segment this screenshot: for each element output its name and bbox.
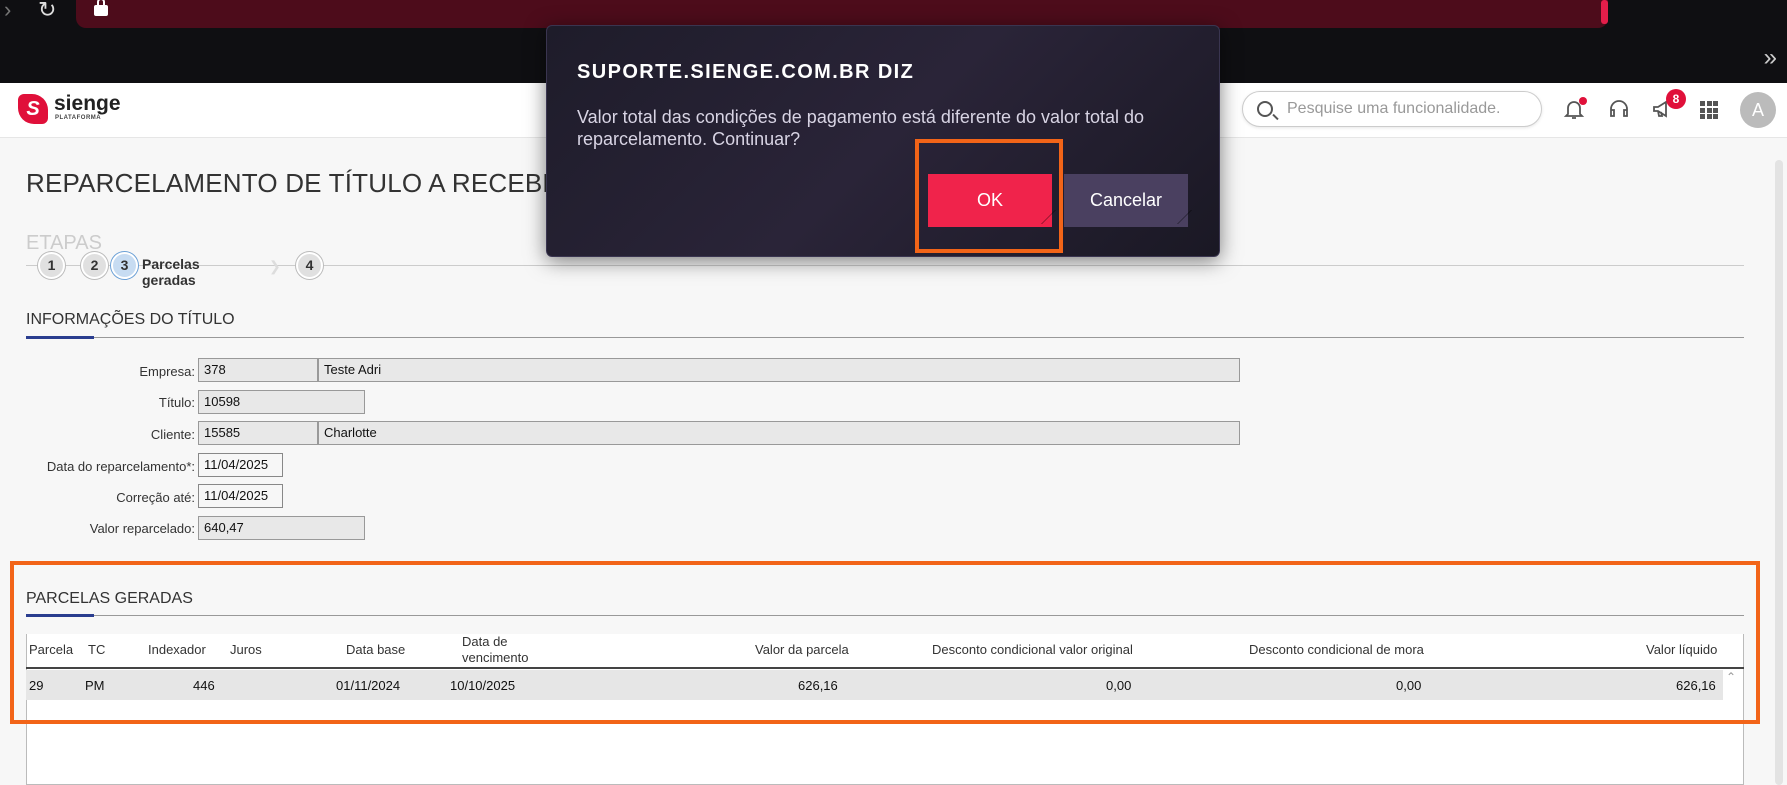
cancel-button[interactable]: Cancelar: [1064, 174, 1192, 227]
titulo-field: 10598: [198, 390, 365, 414]
step-4[interactable]: 4: [296, 252, 323, 279]
info-section-accent: [26, 336, 94, 339]
page-scrollbar[interactable]: [1775, 160, 1783, 785]
notifications-button[interactable]: [1561, 97, 1587, 123]
announcements-button[interactable]: 8: [1650, 89, 1686, 123]
notification-dot: [1579, 97, 1587, 105]
cancel-button-label: Cancelar: [1089, 190, 1163, 210]
logo-text[interactable]: sienge: [54, 92, 121, 116]
steps-divider: [26, 265, 1744, 266]
reload-icon[interactable]: ↻: [38, 0, 56, 21]
step-2[interactable]: 2: [81, 252, 108, 279]
cliente-name-field: Charlotte: [318, 421, 1240, 445]
support-button[interactable]: [1606, 97, 1632, 123]
logo-subtitle: PLATAFORMA: [55, 115, 102, 121]
apps-grid-icon: [1700, 101, 1718, 119]
search-input[interactable]: [1287, 98, 1527, 120]
titulo-label: Título:: [158, 395, 195, 410]
back-icon[interactable]: ›: [4, 0, 11, 21]
address-bar[interactable]: [76, 0, 1608, 28]
empresa-name-field: Teste Adri: [318, 358, 1240, 382]
info-section-divider: [26, 337, 1744, 338]
info-section-title: INFORMAÇÕES DO TÍTULO: [26, 311, 235, 328]
step-1[interactable]: 1: [38, 252, 65, 279]
announcements-badge: 8: [1666, 89, 1686, 109]
sienge-logo-icon[interactable]: S: [18, 94, 48, 124]
data-reparcelamento-label: Data do reparcelamento*:: [46, 459, 195, 474]
step-chevron-icon: ❯: [269, 258, 281, 274]
headset-icon: [1610, 100, 1628, 117]
cliente-label: Cliente:: [150, 427, 195, 442]
empresa-label: Empresa:: [139, 364, 195, 379]
lock-icon: [94, 0, 108, 16]
cliente-code-field: 15585: [198, 421, 318, 445]
confirm-dialog: SUPORTE.SIENGE.COM.BR DIZ Valor total da…: [546, 25, 1220, 257]
valor-reparcelado-field: 640,47: [198, 516, 365, 540]
search-box[interactable]: [1242, 91, 1542, 127]
parcelas-highlight-box: [10, 561, 1760, 724]
active-step-label: Parcelas geradas: [142, 256, 200, 288]
valor-reparcelado-label: Valor reparcelado:: [89, 521, 195, 536]
dialog-message: Valor total das condições de pagamento e…: [577, 107, 1145, 149]
ok-highlight-box: [915, 139, 1063, 253]
empresa-code-field: 378: [198, 358, 318, 382]
search-icon[interactable]: [1257, 101, 1273, 117]
data-reparcelamento-field[interactable]: 11/04/2025: [198, 453, 283, 477]
chevron-double-right-icon[interactable]: »: [1764, 44, 1777, 72]
dialog-title: SUPORTE.SIENGE.COM.BR DIZ: [577, 61, 915, 83]
step-3[interactable]: 3: [111, 252, 138, 279]
apps-button[interactable]: [1696, 97, 1722, 123]
correcao-label: Correção até:: [116, 490, 195, 505]
correcao-field[interactable]: 11/04/2025: [198, 484, 283, 508]
page-title: REPARCELAMENTO DE TÍTULO A RECEBER: [26, 168, 579, 198]
corner-mark-icon: [1164, 210, 1192, 224]
address-bar-accent: [1601, 0, 1608, 24]
avatar[interactable]: A: [1740, 92, 1776, 128]
